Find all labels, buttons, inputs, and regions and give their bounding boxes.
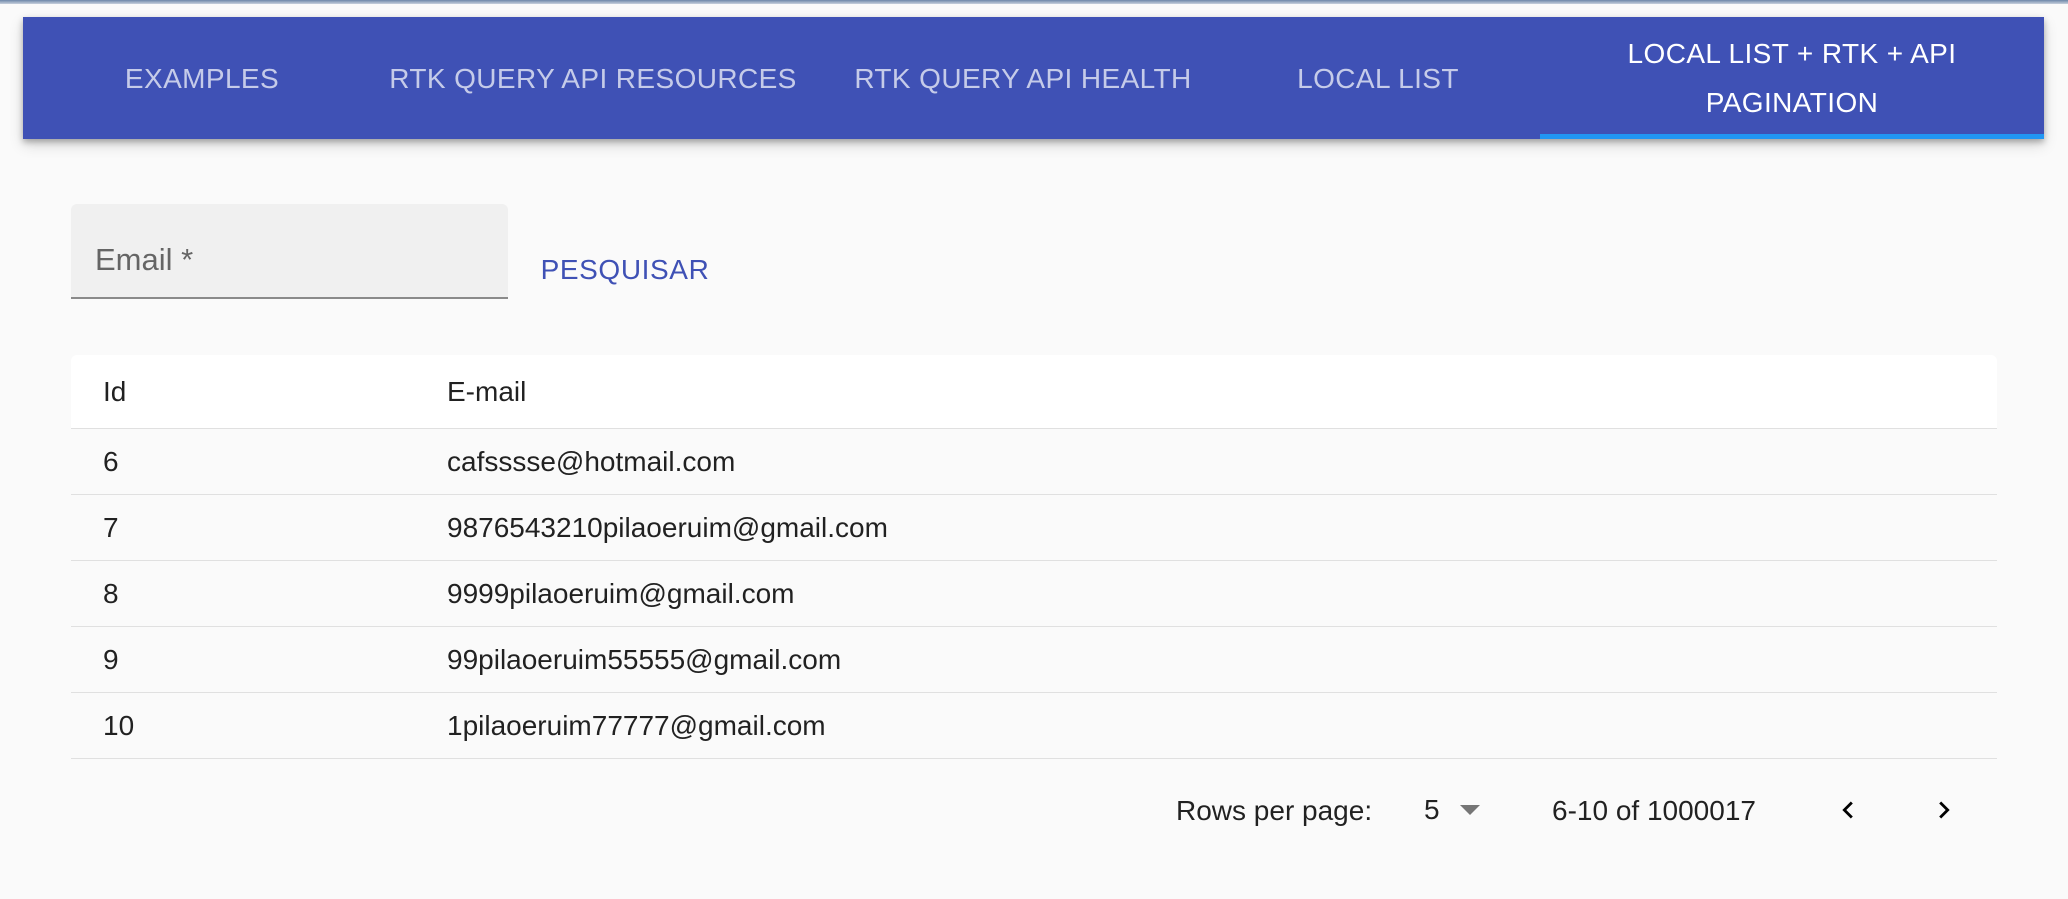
chevron-left-icon — [1842, 801, 1853, 819]
cell-id: 8 — [103, 577, 119, 609]
column-header-id: Id — [103, 375, 127, 407]
tab-label: LOCAL LIST — [1297, 62, 1459, 94]
next-page-button[interactable] — [1918, 784, 1970, 836]
tab-label-line1: LOCAL LIST + RTK + API — [1627, 38, 1957, 69]
table-row: 7 9876543210pilaoeruim@gmail.com — [71, 495, 1997, 561]
table-row: 6 cafsssse@hotmail.com — [71, 429, 1997, 495]
column-header-email: E-mail — [447, 375, 527, 407]
tab-local-list[interactable]: LOCAL LIST — [1223, 17, 1533, 139]
pagination-range: 6-10 of 1000017 — [1552, 795, 1756, 826]
table-row: 8 9999pilaoeruim@gmail.com — [71, 561, 1997, 627]
table-pagination: Rows per page: 5 6-10 of 1000017 — [0, 778, 2068, 844]
tab-label: RTK QUERY API RESOURCES — [389, 62, 797, 94]
window-top-strip — [0, 0, 2068, 4]
previous-page-button[interactable] — [1822, 784, 1874, 836]
email-field[interactable] — [71, 204, 508, 299]
tab-label: EXAMPLES — [124, 62, 280, 94]
cell-email: 9876543210pilaoeruim@gmail.com — [447, 511, 888, 543]
table-row: 9 99pilaoeruim55555@gmail.com — [71, 627, 1997, 693]
cell-id: 7 — [103, 511, 119, 543]
table-row: 10 1pilaoeruim77777@gmail.com — [71, 693, 1997, 759]
chevron-right-icon — [1939, 801, 1950, 819]
tab-label: RTK QUERY API HEALTH — [854, 62, 1192, 94]
app-bar: EXAMPLES RTK QUERY API RESOURCES RTK QUE… — [23, 17, 2044, 139]
cell-email: 99pilaoeruim55555@gmail.com — [447, 643, 842, 675]
caret-down-icon — [1459, 805, 1480, 815]
tab-label-line2: PAGINATION — [1705, 87, 1879, 118]
cell-email: 1pilaoeruim77777@gmail.com — [447, 709, 826, 741]
email-input[interactable] — [71, 204, 508, 297]
rows-per-page-label: Rows per page: — [1176, 795, 1373, 826]
cell-id: 9 — [103, 643, 119, 675]
rows-per-page-select[interactable]: 5 — [1424, 794, 1480, 826]
cell-email: cafsssse@hotmail.com — [447, 445, 736, 477]
search-button[interactable]: PESQUISAR — [520, 242, 730, 298]
cell-email: 9999pilaoeruim@gmail.com — [447, 577, 795, 609]
tab-rtk-query-api-health[interactable]: RTK QUERY API HEALTH — [833, 17, 1213, 139]
active-tab-indicator — [1540, 134, 2044, 139]
tab-local-list-rtk-api-pagination[interactable]: LOCAL LIST + RTK + API PAGINATION — [1540, 17, 2044, 139]
rows-per-page-value: 5 — [1424, 794, 1440, 825]
results-table: Id E-mail 6 cafsssse@hotmail.com 7 98765… — [71, 355, 1997, 759]
cell-id: 6 — [103, 445, 119, 477]
tab-examples[interactable]: EXAMPLES — [57, 17, 347, 139]
cell-id: 10 — [103, 709, 135, 741]
table-header-row: Id E-mail — [71, 355, 1997, 429]
tab-rtk-query-api-resources[interactable]: RTK QUERY API RESOURCES — [358, 17, 828, 139]
